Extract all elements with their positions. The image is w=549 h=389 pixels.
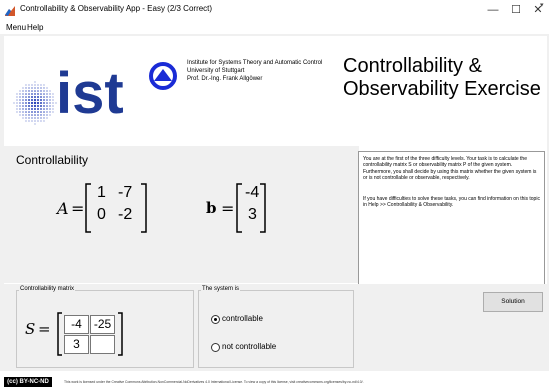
matrix-s-equals: = [38, 320, 51, 338]
license-text: This work is licensed under the Creative… [64, 380, 364, 384]
maximize-button[interactable]: ☐ [506, 2, 526, 18]
matrix-a-22: -2 [118, 206, 133, 223]
matlab-app-icon [4, 4, 16, 17]
professor-name: Prof. Dr.-Ing. Frank Allgöwer [187, 76, 263, 82]
app-heading-line1: Controllability & [343, 55, 482, 77]
radio-not-controllable[interactable] [211, 343, 220, 352]
university-name: University of Stuttgart [187, 68, 245, 74]
radio-selected-dot [214, 318, 217, 321]
matrix-s-label: S [25, 320, 36, 338]
vector-b-1: -4 [245, 184, 260, 201]
toolbar-pin-icon[interactable]: ▾ [540, 1, 544, 9]
matrix-a-label: A [57, 199, 69, 218]
matrix-s-cell-11[interactable]: -4 [64, 315, 89, 334]
vector-b-2: 3 [248, 206, 257, 223]
instructions-textbox[interactable]: You are at the first of the three diffic… [358, 151, 545, 286]
menu-item-help[interactable]: Help [27, 23, 43, 32]
app-heading-line2: Observability Exercise [343, 78, 541, 100]
radio-not-controllable-label[interactable]: not controllable [222, 342, 276, 351]
matrix-a-11: 1 [97, 184, 106, 201]
vector-b-label: b [206, 199, 217, 217]
system-is-legend: The system is [201, 286, 241, 292]
vector-b-equals: = [221, 199, 235, 218]
close-button[interactable]: ✕ [528, 2, 548, 18]
system-is-group [198, 290, 354, 368]
window-title: Controllability & Observability App - Ea… [20, 4, 213, 13]
matrix-a-12: -7 [118, 184, 133, 201]
logo-ist-text: ist [56, 61, 124, 126]
matrix-s-cell-22[interactable] [90, 335, 115, 354]
menu-bar [0, 20, 549, 34]
matrix-a-brackets [85, 183, 147, 233]
instructions-paragraph-1: You are at the first of the three diffic… [363, 156, 537, 182]
ist-logo: ist [8, 40, 178, 140]
menu-item-menu[interactable]: Menu [6, 23, 26, 32]
matrix-a-21: 0 [97, 206, 106, 223]
logo-dots-icon [13, 81, 57, 125]
section-title: Controllability [16, 153, 89, 167]
solution-button[interactable]: Solution [483, 292, 543, 312]
radio-controllable[interactable] [211, 315, 220, 324]
institute-name: Institute for Systems Theory and Automat… [187, 60, 323, 66]
minimize-button[interactable]: — [483, 2, 503, 18]
controllability-matrix-legend: Controllability matrix [19, 286, 76, 292]
matrix-s-cell-21[interactable]: 3 [64, 335, 89, 354]
instructions-paragraph-2: If you have difficulties to solve these … [363, 196, 540, 209]
matrix-s-cell-12[interactable]: -25 [90, 315, 115, 334]
cc-license-badge[interactable]: (cc) BY-NC-ND [4, 377, 52, 387]
radio-controllable-label[interactable]: controllable [222, 314, 263, 323]
